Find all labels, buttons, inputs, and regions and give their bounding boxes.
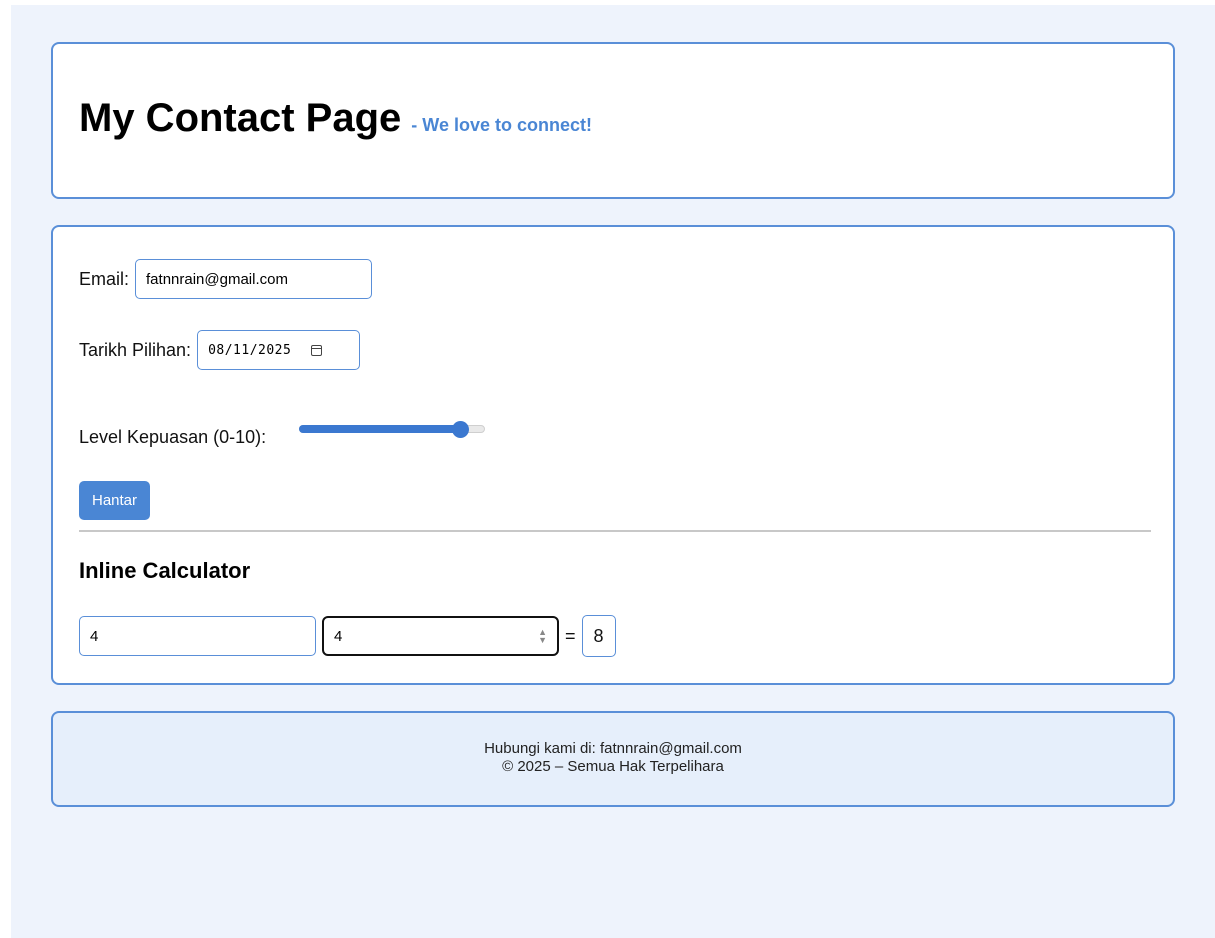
page-tagline: - We love to connect! — [411, 115, 592, 135]
page-background: My Contact Page - We love to connect! Ema… — [11, 5, 1215, 938]
result-value: 8 — [593, 625, 604, 646]
email-value: fatnnrain@gmail.com — [146, 270, 288, 288]
footer-contact: Hubungi kami di: fatnnrain@gmail.com — [484, 740, 742, 757]
submit-button[interactable]: Hantar — [79, 481, 150, 520]
satisfaction-slider[interactable] — [299, 421, 485, 438]
calculator-title: Inline Calculator — [79, 558, 251, 583]
header-card: My Contact Page - We love to connect! — [51, 42, 1175, 199]
operand-a-input[interactable]: 4 — [79, 616, 316, 656]
slider-fill — [299, 425, 460, 433]
calculator-row: 4 4 ▲ ▼ = 8 — [79, 615, 616, 657]
page-title-text: My Contact Page — [79, 96, 402, 140]
email-field[interactable]: fatnnrain@gmail.com — [135, 259, 373, 299]
slider-thumb[interactable] — [452, 421, 469, 438]
email-label: Email: — [79, 268, 130, 289]
date-value: 08/11/2025 — [208, 342, 292, 358]
contact-form-card: Email: fatnnrain@gmail.com Tarikh Piliha… — [51, 225, 1175, 685]
operand-b-input[interactable]: 4 ▲ ▼ — [322, 616, 559, 656]
result-output: 8 — [581, 615, 616, 657]
operand-b-value: 4 — [334, 627, 343, 645]
footer-copyright: © 2025 – Semua Hak Terpelihara — [502, 758, 724, 775]
footer-text: Hubungi kami di: fatnnrain@gmail.com © 2… — [53, 740, 1173, 776]
satisfaction-label: Level Kepuasan (0-10): — [79, 427, 267, 447]
satisfaction-row: Level Kepuasan (0-10): — [79, 427, 266, 448]
calendar-icon[interactable] — [311, 344, 323, 356]
footer-card: Hubungi kami di: fatnnrain@gmail.com © 2… — [51, 711, 1175, 807]
operand-a-value: 4 — [90, 627, 99, 645]
date-row: Tarikh Pilihan: 08/11/2025 — [79, 330, 361, 370]
email-row: Email: fatnnrain@gmail.com — [79, 259, 373, 299]
date-label: Tarikh Pilihan: — [79, 339, 192, 360]
page-title: My Contact Page - We love to connect! — [79, 96, 592, 141]
section-divider — [79, 530, 1151, 532]
equals-sign: = — [565, 625, 576, 646]
date-field[interactable]: 08/11/2025 — [197, 330, 361, 370]
spinner-icon[interactable]: ▲ ▼ — [538, 628, 547, 645]
